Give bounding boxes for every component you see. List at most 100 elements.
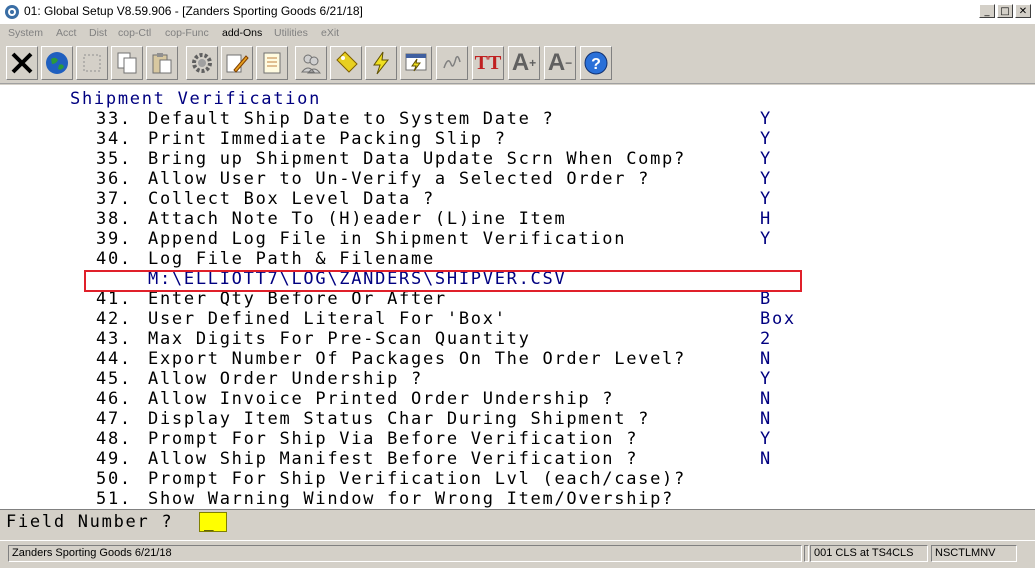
field-number-prompt: Field Number ? — [6, 512, 174, 532]
minimize-button[interactable]: _ — [979, 4, 995, 18]
copy-icon — [117, 52, 137, 74]
screen-lightning-icon — [405, 53, 427, 72]
field-label: Show Warning Window for Wrong Item/Overs… — [148, 489, 675, 509]
field-value: Y — [760, 189, 772, 209]
field-label: Collect Box Level Data ? — [148, 189, 435, 209]
notepad-button[interactable] — [256, 46, 288, 80]
field-number: 37. — [96, 189, 132, 209]
menu-utilities[interactable]: Utilities — [274, 27, 308, 39]
field-value: Y — [760, 129, 772, 149]
menu-add-ons[interactable]: add-Ons — [222, 27, 262, 39]
field-number: 50. — [96, 469, 132, 489]
menu-dist[interactable]: Dist — [89, 27, 107, 39]
field-number: 40. — [96, 249, 132, 269]
terminal-screen: Shipment Verification 33. Default Ship Da… — [0, 85, 1035, 509]
copy-button[interactable] — [111, 46, 143, 80]
field-value: N — [760, 409, 772, 429]
close-button[interactable]: ✕ — [1015, 4, 1031, 18]
field-value: N — [760, 449, 772, 469]
field-number: 39. — [96, 229, 132, 249]
field-label: Prompt For Ship Verification Lvl (each/c… — [148, 469, 686, 489]
field-label: Allow User to Un-Verify a Selected Order… — [148, 169, 651, 189]
status-blank — [804, 545, 809, 562]
menu-cop-ctl[interactable]: cop-Ctl — [118, 27, 151, 39]
field-number-input[interactable]: _ — [199, 512, 227, 532]
field-value: H — [760, 209, 772, 229]
field-value: Y — [760, 229, 772, 249]
toolbar: TT A + A − ? — [0, 43, 1035, 84]
screen-heading: Shipment Verification — [70, 89, 322, 109]
tag-icon — [336, 51, 358, 73]
blank-button[interactable] — [76, 46, 108, 80]
field-number: 48. — [96, 429, 132, 449]
field-label: Allow Ship Manifest Before Verification … — [148, 449, 639, 469]
gear-icon — [192, 53, 212, 73]
font-style-icon: TT — [474, 51, 502, 74]
font-style-button[interactable]: TT — [472, 46, 504, 80]
screen-lightning-button[interactable] — [400, 46, 432, 80]
exit-icon — [11, 52, 33, 74]
field-number: 43. — [96, 329, 132, 349]
field-value: Y — [760, 169, 772, 189]
users-button[interactable] — [295, 46, 327, 80]
lightning-button[interactable] — [365, 46, 397, 80]
font-increase-icon: A — [511, 49, 530, 76]
field-value: Y — [760, 109, 772, 129]
field-number: 34. — [96, 129, 132, 149]
field-number: 44. — [96, 349, 132, 369]
field-number: 33. — [96, 109, 132, 129]
menu-system[interactable]: System — [8, 27, 43, 39]
field-label: Enter Qty Before Or After — [148, 289, 447, 309]
menu-exit[interactable]: eXit — [321, 27, 339, 39]
tag-button[interactable] — [330, 46, 362, 80]
title-bar: 01: Global Setup V8.59.906 - [Zanders Sp… — [0, 0, 1035, 25]
field-label: Display Item Status Char During Shipment… — [148, 409, 651, 429]
menu-cop-func[interactable]: cop-Func — [165, 27, 209, 39]
field-number: 42. — [96, 309, 132, 329]
highlight-box — [84, 270, 802, 292]
window-title: 01: Global Setup V8.59.906 - [Zanders Sp… — [24, 4, 363, 18]
field-label: Allow Order Undership ? — [148, 369, 423, 389]
edit-button[interactable] — [221, 46, 253, 80]
globe-button[interactable] — [41, 46, 73, 80]
help-icon: ? — [584, 51, 608, 75]
font-increase-button[interactable]: A + — [508, 46, 540, 80]
field-number: 36. — [96, 169, 132, 189]
field-value: Box — [760, 309, 796, 329]
status-program: NSCTLMNV — [931, 545, 1017, 562]
field-label: Max Digits For Pre-Scan Quantity — [148, 329, 531, 349]
field-number: 47. — [96, 409, 132, 429]
field-label: Attach Note To (H)eader (L)ine Item — [148, 209, 567, 229]
field-label: Default Ship Date to System Date ? — [148, 109, 555, 129]
font-decrease-icon: A — [547, 49, 566, 76]
svg-text:?: ? — [591, 56, 601, 73]
field-number: 51. — [96, 489, 132, 509]
field-label: Prompt For Ship Via Before Verification … — [148, 429, 639, 449]
field-value: N — [760, 389, 772, 409]
field-label: User Defined Literal For 'Box' — [148, 309, 507, 329]
menu-acct[interactable]: Acct — [56, 27, 76, 39]
signature-button[interactable] — [436, 46, 468, 80]
field-number: 46. — [96, 389, 132, 409]
field-number: 49. — [96, 449, 132, 469]
blank-icon — [83, 54, 101, 72]
field-value: 2 — [760, 329, 772, 349]
settings-button[interactable] — [186, 46, 218, 80]
users-icon — [300, 54, 322, 74]
field-label: Bring up Shipment Data Update Scrn When … — [148, 149, 686, 169]
maximize-button[interactable]: □ — [997, 4, 1013, 18]
font-decrease-button[interactable]: A − — [544, 46, 576, 80]
lightning-icon — [373, 51, 390, 75]
paste-button[interactable] — [146, 46, 178, 80]
help-button[interactable]: ? — [580, 46, 612, 80]
signature-icon — [443, 55, 461, 69]
field-label: Export Number Of Packages On The Order L… — [148, 349, 686, 369]
globe-icon — [46, 52, 68, 74]
status-bar: Zanders Sporting Goods 6/21/18 001 CLS a… — [0, 540, 1035, 568]
field-label: Allow Invoice Printed Order Undership ? — [148, 389, 615, 409]
exit-button[interactable] — [6, 46, 38, 80]
field-label: Log File Path & Filename — [148, 249, 435, 269]
menu-bar: System Acct Dist cop-Ctl cop-Func add-On… — [0, 24, 1035, 43]
paste-icon — [152, 53, 172, 74]
edit-pencil-icon — [226, 54, 249, 73]
